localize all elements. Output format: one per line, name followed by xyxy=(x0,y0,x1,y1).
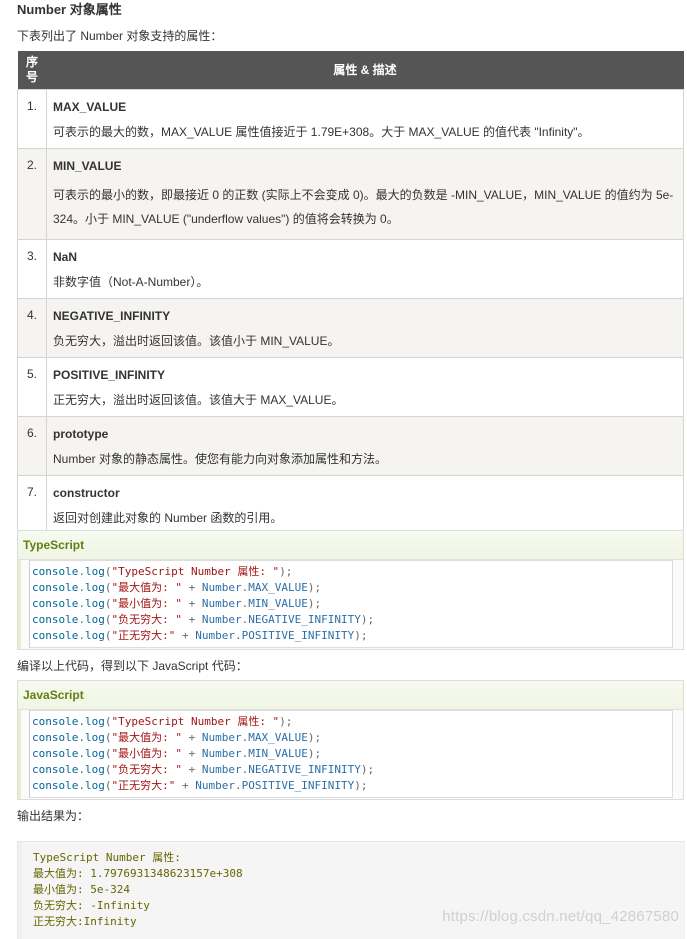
output-line: 负无穷大: -Infinity xyxy=(33,899,150,912)
property-name: NEGATIVE_INFINITY xyxy=(53,309,171,323)
row-number: 2. xyxy=(17,148,47,240)
output-note: 输出结果为： xyxy=(17,809,90,823)
row-number: 7. xyxy=(17,475,47,535)
output-text[interactable]: TypeScript Number 属性: 最大值为: 1.7976931348… xyxy=(33,850,243,930)
property-name: POSITIVE_INFINITY xyxy=(53,368,166,382)
table-row: 6. prototype Number 对象的静态属性。使您有能力向对象添加属性和方… xyxy=(17,416,684,476)
table-row: 5. POSITIVE_INFINITY 正无穷大，溢出时返回该值。该值大于 MAX… xyxy=(17,357,684,417)
code-area[interactable]: console.log("TypeScript Number 属性: "); c… xyxy=(29,710,673,798)
row-content: NEGATIVE_INFINITY 负无穷大，溢出时返回该值。该值小于 MIN_V… xyxy=(46,298,684,358)
section-heading: Number 对象属性 xyxy=(17,2,122,17)
header-number: 序号 xyxy=(17,51,47,90)
table-row: 1. MAX_VALUE 可表示的最大的数，MAX_VALUE 属性值接近于 1.7… xyxy=(17,89,684,149)
table-row: 7. constructor 返回对创建此对象的 Number 函数的引用。 xyxy=(17,475,684,535)
property-name: MAX_VALUE xyxy=(53,100,127,114)
javascript-code-block: JavaScript console.log("TypeScript Numbe… xyxy=(17,680,684,800)
code-line: console.log("TypeScript Number 属性: "); xyxy=(32,565,293,578)
code-line: console.log("最大值为: " + Number.MAX_VALUE)… xyxy=(32,731,322,744)
property-description: 可表示的最小的数，即最接近 0 的正数 (实际上不会变成 0)。最大的负数是 -… xyxy=(53,188,674,226)
property-name: prototype xyxy=(53,427,109,441)
row-number: 1. xyxy=(17,89,47,149)
output-line: TypeScript Number 属性: xyxy=(33,851,181,864)
output-line: 最小值为: 5e-324 xyxy=(33,883,130,896)
code-line: console.log("最小值为: " + Number.MIN_VALUE)… xyxy=(32,747,322,760)
compile-note: 编译以上代码，得到以下 JavaScript 代码： xyxy=(17,659,248,673)
table-row: 4. NEGATIVE_INFINITY 负无穷大，溢出时返回该值。该值小于 MIN… xyxy=(17,298,684,358)
typescript-code[interactable]: console.log("TypeScript Number 属性: "); c… xyxy=(32,564,672,644)
row-content: prototype Number 对象的静态属性。使您有能力向对象添加属性和方法。 xyxy=(46,416,684,476)
property-name: MIN_VALUE xyxy=(53,159,122,173)
properties-table: 序号 属性 & 描述 1. MAX_VALUE 可表示的最大的数，MAX_VALUE… xyxy=(17,51,684,535)
code-line: console.log("TypeScript Number 属性: "); xyxy=(32,715,293,728)
header-description: 属性 & 描述 xyxy=(46,51,684,90)
property-description: 返回对创建此对象的 Number 函数的引用。 xyxy=(53,511,283,525)
intro-text: 下表列出了 Number 对象支持的属性： xyxy=(17,29,223,43)
header-number-label: 序号 xyxy=(25,55,38,84)
row-number: 3. xyxy=(17,239,47,299)
code-line: console.log("负无穷大: " + Number.NEGATIVE_I… xyxy=(32,763,375,776)
row-content: MIN_VALUE 可表示的最小的数，即最接近 0 的正数 (实际上不会变成 0)… xyxy=(46,148,684,240)
property-description: 非数字值（Not-A-Number）。 xyxy=(53,275,209,289)
code-line: console.log("最小值为: " + Number.MIN_VALUE)… xyxy=(32,597,322,610)
property-description: 正无穷大，溢出时返回该值。该值大于 MAX_VALUE。 xyxy=(53,393,344,407)
javascript-code[interactable]: console.log("TypeScript Number 属性: "); c… xyxy=(32,714,672,794)
row-content: NaN 非数字值（Not-A-Number）。 xyxy=(46,239,684,299)
row-number: 4. xyxy=(17,298,47,358)
property-name: constructor xyxy=(53,486,120,500)
table-row: 2. MIN_VALUE 可表示的最小的数，即最接近 0 的正数 (实际上不会变成 … xyxy=(17,148,684,240)
property-name: NaN xyxy=(53,250,78,264)
row-number: 5. xyxy=(17,357,47,417)
output-line: 正无穷大:Infinity xyxy=(33,915,137,928)
property-description: Number 对象的静态属性。使您有能力向对象添加属性和方法。 xyxy=(53,452,388,466)
output-line: 最大值为: 1.7976931348623157e+308 xyxy=(33,867,243,880)
row-content: constructor 返回对创建此对象的 Number 函数的引用。 xyxy=(46,475,684,535)
row-number: 6. xyxy=(17,416,47,476)
watermark: https://blog.csdn.net/qq_42867580 xyxy=(442,908,679,925)
code-line: console.log("负无穷大: " + Number.NEGATIVE_I… xyxy=(32,613,375,626)
code-line: console.log("正无穷大:" + Number.POSITIVE_IN… xyxy=(32,629,368,642)
row-content: MAX_VALUE 可表示的最大的数，MAX_VALUE 属性值接近于 1.79E… xyxy=(46,89,684,149)
typescript-code-block: TypeScript console.log("TypeScript Numbe… xyxy=(17,530,684,650)
row-content: POSITIVE_INFINITY 正无穷大，溢出时返回该值。该值大于 MAX_V… xyxy=(46,357,684,417)
table-header-row: 序号 属性 & 描述 xyxy=(17,51,684,90)
code-block-label: JavaScript xyxy=(18,681,683,710)
table-row: 3. NaN 非数字值（Not-A-Number）。 xyxy=(17,239,684,299)
property-description: 可表示的最大的数，MAX_VALUE 属性值接近于 1.79E+308。大于 M… xyxy=(53,125,590,139)
code-line: console.log("最大值为: " + Number.MAX_VALUE)… xyxy=(32,581,322,594)
code-area[interactable]: console.log("TypeScript Number 属性: "); c… xyxy=(29,560,673,648)
code-block-label: TypeScript xyxy=(18,531,683,560)
property-description: 负无穷大，溢出时返回该值。该值小于 MIN_VALUE。 xyxy=(53,334,340,348)
code-line: console.log("正无穷大:" + Number.POSITIVE_IN… xyxy=(32,779,368,792)
